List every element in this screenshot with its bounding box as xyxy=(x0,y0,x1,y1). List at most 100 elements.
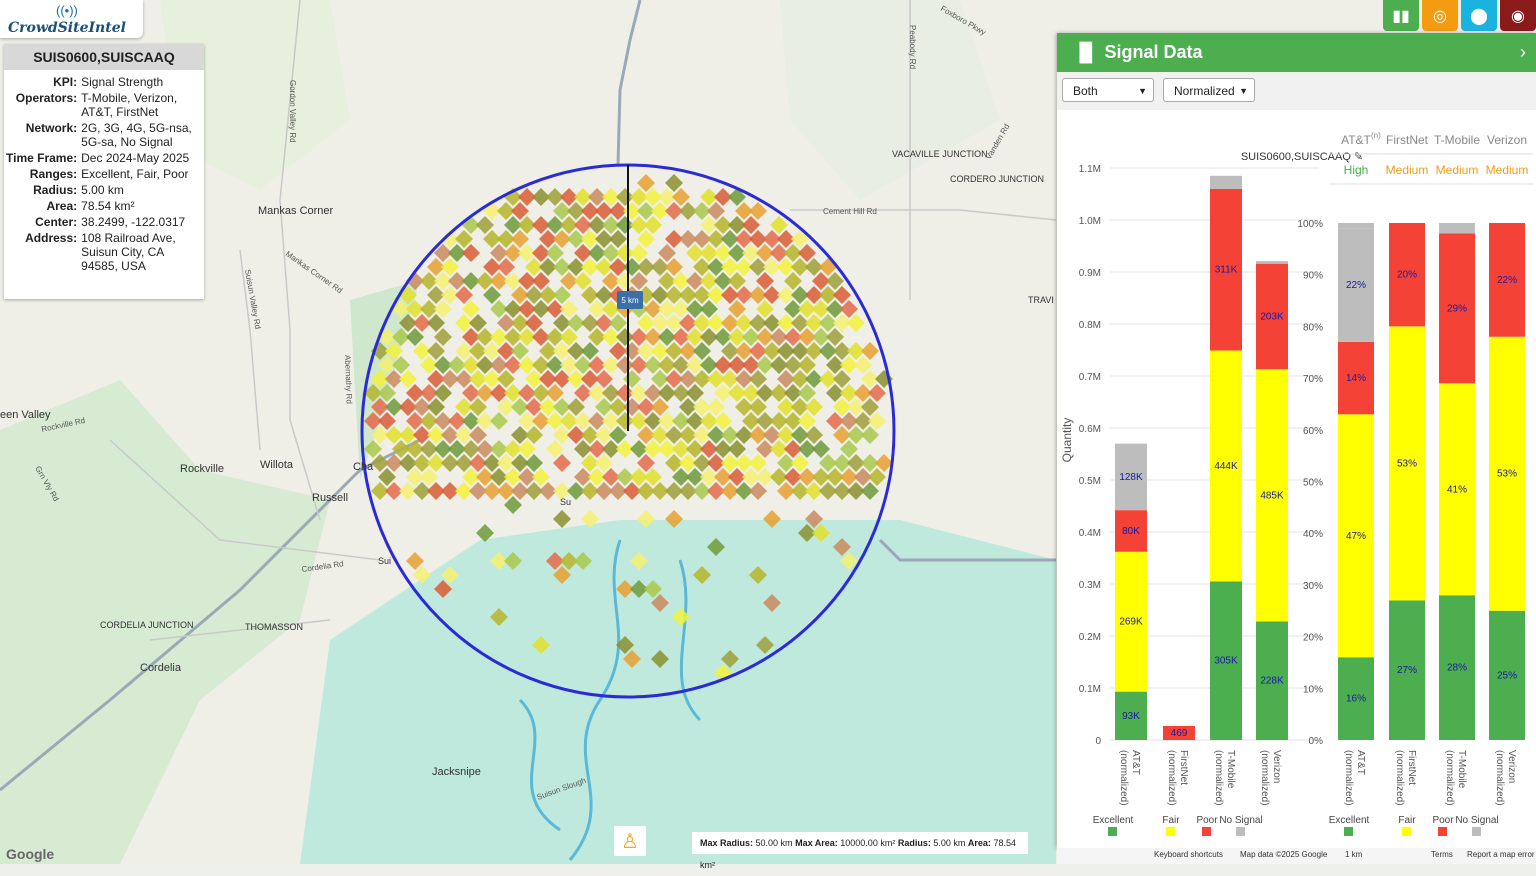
legend-swatch[interactable] xyxy=(1344,827,1353,836)
info-value: Dec 2024-May 2025 xyxy=(81,151,190,165)
bar-value-label: 485K xyxy=(1260,490,1284,501)
info-key: Time Frame: xyxy=(6,151,78,165)
legend-swatch[interactable] xyxy=(1236,827,1245,836)
bar-value-label: 20% xyxy=(1397,270,1417,281)
panel-controls: Both ▼ Normalized ▼ xyxy=(1057,72,1536,110)
normalization-select[interactable]: Normalized ▼ xyxy=(1163,78,1255,102)
bar-value-label: 128K xyxy=(1119,472,1143,483)
info-key: KPI: xyxy=(53,75,78,89)
confidence-label: Medium xyxy=(1436,163,1479,177)
mode-select-value: Both xyxy=(1073,84,1098,98)
road-label: Abernathy Rd xyxy=(343,355,354,404)
legend-swatch[interactable] xyxy=(1108,827,1117,836)
info-value: 5.00 km xyxy=(81,183,124,197)
legend-swatch[interactable] xyxy=(1438,827,1447,836)
info-row: Address: 108 Railroad Ave, Suisun City, C… xyxy=(4,230,204,274)
place-label: VACAVILLE JUNCTION xyxy=(892,149,988,159)
street-view-pegman[interactable]: ♙ xyxy=(614,826,646,856)
terms-link[interactable]: Terms xyxy=(1431,850,1453,859)
bar-segment[interactable] xyxy=(1338,223,1374,229)
y-tick-label: 0.3M xyxy=(1079,580,1101,591)
legend-label: Fair xyxy=(1398,815,1416,826)
bar-value-label: 53% xyxy=(1397,458,1417,469)
x-tick-label: T-Mobile xyxy=(1225,750,1236,789)
place-label: Rockville xyxy=(180,463,224,475)
x-tick-label: (normalized) xyxy=(1343,750,1354,806)
y-tick-label: 10% xyxy=(1303,684,1323,695)
legend-swatch[interactable] xyxy=(1166,827,1175,836)
y-tick-label: 70% xyxy=(1303,374,1323,385)
location-button[interactable]: ⬤ xyxy=(1461,0,1497,31)
place-label: THOMASSON xyxy=(245,622,303,632)
info-value: 108 Railroad Ave, Suisun City, CA 94585,… xyxy=(81,231,176,273)
bar-value-label: 27% xyxy=(1397,665,1417,676)
bar-value-label: 269K xyxy=(1119,617,1143,628)
place-label: Cordelia xyxy=(140,662,182,674)
info-key: Address: xyxy=(25,231,78,245)
x-tick-label: AT&T xyxy=(1130,750,1141,775)
bar-segment[interactable] xyxy=(1210,175,1242,189)
y-tick-label: 0.5M xyxy=(1079,476,1101,487)
legend-label: Excellent xyxy=(1329,815,1370,826)
legend-swatch[interactable] xyxy=(1402,827,1411,836)
place-label: Su xyxy=(560,497,571,507)
keyboard-shortcuts-link[interactable]: Keyboard shortcuts xyxy=(1154,850,1223,859)
legend-label: No Signal xyxy=(1219,815,1262,826)
site-id-title: SUIS0600,SUISCAAQ xyxy=(4,44,204,70)
info-value: 38.2499, -122.0317 xyxy=(81,215,186,229)
legend-label: Poor xyxy=(1196,815,1218,826)
info-key: Area: xyxy=(46,199,78,213)
bar-segment[interactable] xyxy=(1439,223,1475,234)
y-tick-label: 0.1M xyxy=(1079,684,1101,695)
location-pin-icon: ⬤ xyxy=(1470,7,1488,25)
info-key: Operators: xyxy=(15,91,78,105)
info-value: Signal Strength xyxy=(81,75,164,89)
google-logo: Google xyxy=(6,846,55,862)
top-toolbar: ▮▮ ◎ ⬤ ◉ xyxy=(1380,0,1536,31)
legend-swatch[interactable] xyxy=(1202,827,1211,836)
app-logo: ((•)) CrowdSiteIntel xyxy=(0,0,143,38)
chart-toggle-button[interactable]: ▮▮ xyxy=(1383,0,1419,31)
y-tick-label: 80% xyxy=(1303,322,1323,333)
y-tick-label: 90% xyxy=(1303,271,1323,282)
bar-value-label: 29% xyxy=(1447,303,1467,314)
info-value: Excellent, Fair, Poor xyxy=(81,167,189,181)
scale-bar[interactable]: 1 km xyxy=(1345,850,1362,859)
place-label: CORDELIA JUNCTION xyxy=(100,620,194,630)
bar-value-label: 41% xyxy=(1447,484,1467,495)
info-row: KPI: Signal Strength xyxy=(4,74,204,90)
place-label: een Valley xyxy=(0,409,51,421)
collapse-chevron-icon[interactable]: › xyxy=(1520,42,1526,63)
chevron-down-icon: ▼ xyxy=(1138,86,1147,96)
bar-value-label: 80K xyxy=(1122,526,1140,537)
legend-swatch[interactable] xyxy=(1472,827,1481,836)
info-value: 78.54 km² xyxy=(81,199,135,213)
x-tick-label: (normalized) xyxy=(1166,750,1177,806)
bar-value-label: 311K xyxy=(1215,265,1238,276)
bar-value-label: 28% xyxy=(1447,663,1467,674)
y-tick-label: 1.1M xyxy=(1079,164,1101,175)
globe-button[interactable]: ◉ xyxy=(1500,0,1536,31)
y-tick-label: 0.9M xyxy=(1079,268,1101,279)
report-map-error-link[interactable]: Report a map error xyxy=(1467,850,1535,859)
info-key: Center: xyxy=(35,215,78,229)
info-row: Radius: 5.00 km xyxy=(4,182,204,198)
bar-chart-icon: ▐▌ xyxy=(1073,42,1099,62)
x-tick-label: (normalized) xyxy=(1394,750,1405,806)
globe-pin-icon: ◉ xyxy=(1511,7,1525,25)
y-tick-label: 40% xyxy=(1303,529,1323,540)
info-value: T-Mobile, Verizon, AT&T, FirstNet xyxy=(81,91,178,119)
operator-column-header: T-Mobile xyxy=(1434,133,1480,147)
mode-select[interactable]: Both ▼ xyxy=(1062,78,1154,102)
x-tick-label: AT&T xyxy=(1355,750,1366,775)
radius-label: Radius: xyxy=(897,838,931,848)
place-label: Jacksnipe xyxy=(432,766,481,778)
bar-segment[interactable] xyxy=(1256,261,1288,264)
y-tick-label: 1.0M xyxy=(1079,216,1101,227)
legend-label: Poor xyxy=(1432,815,1454,826)
signal-charts: SUIS0600,SUISCAAQ ✎ Quantity 0 0.1M 0.2M 0.3M… xyxy=(1060,131,1533,836)
bar-value-label: 47% xyxy=(1346,531,1366,542)
operator-column-superscript: (n) xyxy=(1371,131,1381,140)
radius-summary: Max Radius: 50.00 km Max Area: 10000.00 … xyxy=(692,832,1028,870)
radius-tool-button[interactable]: ◎ xyxy=(1422,0,1458,31)
